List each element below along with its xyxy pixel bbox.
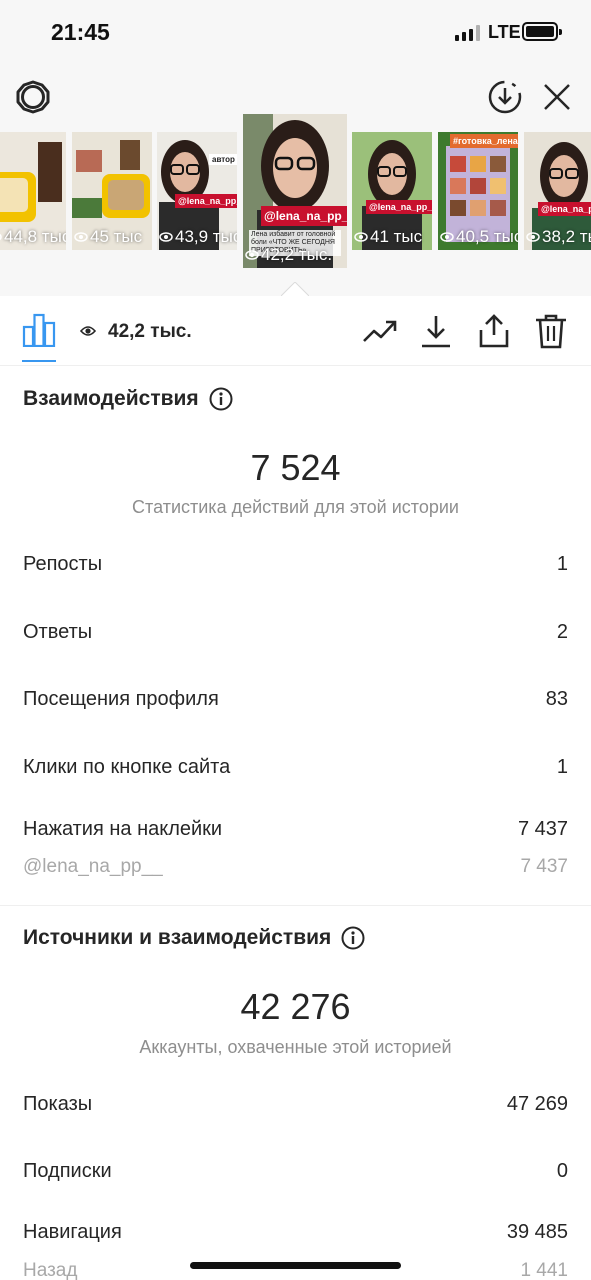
story-thumbnail[interactable]: автор @lena_na_pp__ 43,9 тыс <box>157 132 237 250</box>
stat-row-reposts: Репосты 1 <box>23 553 568 576</box>
info-icon[interactable] <box>209 387 233 411</box>
stat-value: 7 437 <box>520 856 568 877</box>
home-indicator[interactable] <box>190 1262 401 1269</box>
stat-label: Посещения профиля <box>23 688 219 710</box>
stat-label: Нажатия на наклейки <box>23 818 223 840</box>
eye-icon <box>526 232 540 242</box>
selection-pointer <box>281 282 309 296</box>
thumbnail-views: 38,2 тыс <box>526 227 591 247</box>
stat-row-replies: Ответы 2 <box>23 621 568 644</box>
eye-icon <box>159 232 173 242</box>
discovery-title: Источники и взаимодействия <box>23 926 332 949</box>
close-icon <box>544 84 570 110</box>
interactions-heading: Взаимодействия <box>23 387 233 411</box>
interactions-total: 7 524 <box>250 447 341 488</box>
eye-icon <box>80 326 96 336</box>
story-header: 21:45 LTE 44,8 тыс 45 тыс автор @lena_na… <box>0 0 591 296</box>
eye-icon <box>440 232 454 242</box>
stat-value: 1 441 <box>520 1260 568 1280</box>
status-bar: 21:45 LTE <box>0 0 591 64</box>
stat-label: Репосты <box>23 553 103 575</box>
eye-icon <box>0 233 2 241</box>
stat-label: @lena_na_pp__ <box>23 856 163 877</box>
author-sticker: автор <box>209 154 237 165</box>
stat-value: 39 485 <box>506 1221 568 1243</box>
download-circle-icon <box>488 80 522 114</box>
thumbnail-views: 45 тыс <box>74 227 142 247</box>
insights-toolbar: 42,2 тыс. <box>0 296 591 366</box>
bar-chart-icon[interactable] <box>22 313 56 347</box>
stat-row-sticker-detail: @lena_na_pp__ 7 437 <box>23 856 568 878</box>
mention-sticker: @lena_na_pp__ <box>175 194 237 208</box>
gear-icon <box>16 80 50 114</box>
interactions-subtitle: Статистика действий для этой истории <box>132 497 459 517</box>
save-story-button[interactable] <box>486 78 524 116</box>
story-thumbnail[interactable]: @lena_na_pp__ 41 тыс <box>352 132 432 250</box>
stat-label: Ответы <box>23 621 93 643</box>
stat-value: 1 <box>556 553 568 575</box>
story-thumbnail-selected[interactable]: @lena_na_pp__ Лена избавит от головной б… <box>243 114 347 268</box>
battery-icon <box>522 22 562 41</box>
stat-row-website-clicks: Клики по кнопке сайта 1 <box>23 756 568 779</box>
section-divider <box>0 905 591 906</box>
download-icon[interactable] <box>418 313 454 349</box>
stat-row-profile-visits: Посещения профиля 83 <box>23 688 568 711</box>
trash-icon[interactable] <box>533 313 569 349</box>
stat-row-follows: Подписки 0 <box>23 1160 568 1183</box>
trending-icon[interactable] <box>362 313 398 349</box>
settings-button[interactable] <box>14 78 52 116</box>
share-icon[interactable] <box>476 313 512 349</box>
stat-value: 0 <box>556 1160 568 1182</box>
eye-icon <box>245 250 259 260</box>
discovery-total: 42 276 <box>240 986 351 1027</box>
status-time: 21:45 <box>51 19 110 45</box>
stat-label: Клики по кнопке сайта <box>23 756 231 778</box>
reach-count: 42,2 тыс. <box>108 321 192 342</box>
stat-label: Назад <box>23 1260 78 1280</box>
mention-sticker: @lena_na_pp__ <box>261 206 347 226</box>
info-icon[interactable] <box>341 926 365 950</box>
stat-row-sticker-taps: Нажатия на наклейки 7 437 <box>23 818 568 841</box>
stat-value: 83 <box>545 688 568 710</box>
signal-icon <box>455 25 481 41</box>
hashtag-sticker: #готовка_ленапп <box>450 134 518 148</box>
discovery-subtitle: Аккаунты, охваченные этой историей <box>139 1037 452 1057</box>
eye-icon <box>74 232 88 242</box>
stat-value: 47 269 <box>506 1093 568 1115</box>
stat-value: 2 <box>556 621 568 643</box>
eye-icon <box>354 232 368 242</box>
thumbnail-views: 43,9 тыс <box>159 227 237 247</box>
network-label: LTE <box>488 22 521 42</box>
story-thumbnail[interactable]: #готовка_ленапп 40,5 тыс <box>438 132 518 250</box>
story-thumbnail[interactable]: 44,8 тыс <box>0 132 66 250</box>
stat-row-navigation: Навигация 39 485 <box>23 1221 568 1244</box>
thumbnail-views: 41 тыс <box>354 227 422 247</box>
discovery-heading: Источники и взаимодействия <box>23 926 365 950</box>
stat-label: Показы <box>23 1093 93 1115</box>
active-tab-indicator <box>22 360 56 362</box>
close-button[interactable] <box>538 78 576 116</box>
mention-sticker: @lena_na_pp__ <box>538 202 591 216</box>
story-thumbnail[interactable]: @lena_na_pp__ 38,2 тыс <box>524 132 591 250</box>
thumbnail-views: 44,8 тыс <box>0 227 66 247</box>
story-thumbnail[interactable]: 45 тыс <box>72 132 152 250</box>
stat-label: Подписки <box>23 1160 112 1182</box>
stat-value: 7 437 <box>517 818 568 840</box>
stat-label: Навигация <box>23 1221 122 1243</box>
stat-value: 1 <box>556 756 568 778</box>
thumbnail-views: 42,2 тыс. <box>245 245 332 265</box>
stat-row-impressions: Показы 47 269 <box>23 1093 568 1116</box>
thumbnail-views: 40,5 тыс <box>440 227 518 247</box>
interactions-title: Взаимодействия <box>23 387 199 410</box>
mention-sticker: @lena_na_pp__ <box>366 200 432 214</box>
